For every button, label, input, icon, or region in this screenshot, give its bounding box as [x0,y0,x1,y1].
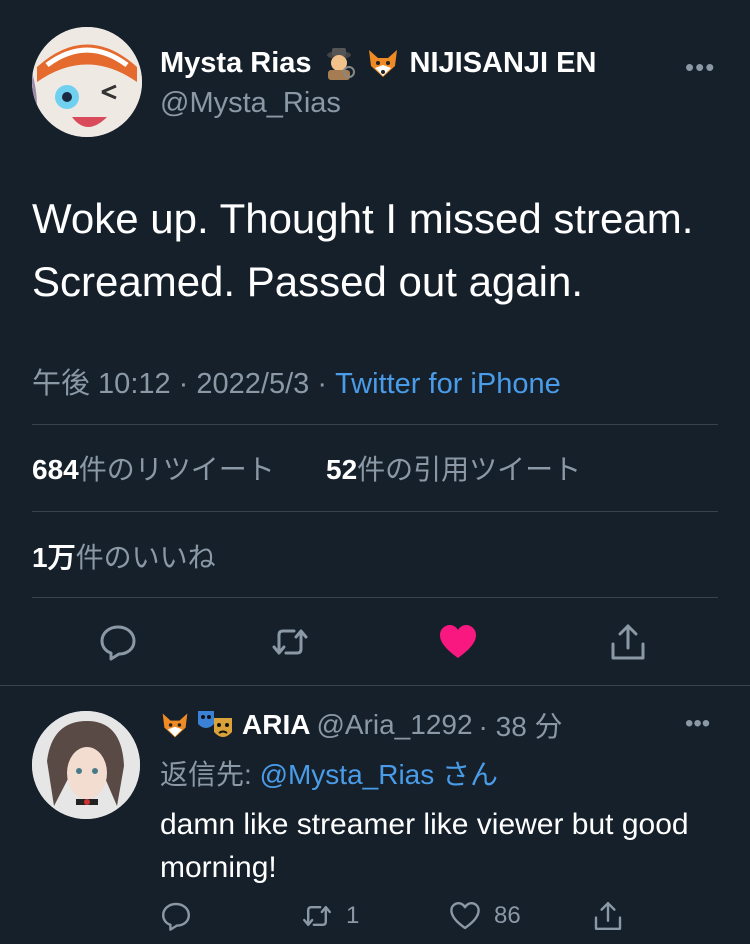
quote-stats[interactable]: 52件の引用ツイート [326,448,581,488]
reply-header[interactable]: ARIA @Aria_1292 · 38 分 [160,705,563,745]
replying-to-suffix: さん [434,759,499,790]
replying-to: 返信先: @Mysta_Rias さん [160,753,498,793]
reply-author-avatar[interactable] [32,711,140,819]
likes-count: 1万 [32,542,76,573]
reply-share-button[interactable] [592,900,624,932]
reply-reply-button[interactable] [160,900,192,932]
tweet-text: Woke up. Thought I missed stream. Scream… [32,187,732,313]
retweet-stats[interactable]: 684件のリツイート [32,448,275,488]
author-handle[interactable]: @Mysta_Rias [160,87,341,120]
author-affiliation: NIJISANJI EN [409,46,597,79]
heart-icon [450,902,480,930]
reply-icon[interactable] [98,622,138,662]
retweet-icon [303,906,331,926]
reply-author-handle[interactable]: @Aria_1292 [316,709,472,741]
share-icon[interactable] [608,622,648,662]
theater-masks-emoji-icon [196,708,236,742]
divider [32,424,718,425]
more-options-icon[interactable]: ••• [685,52,715,83]
tweet-source-link[interactable]: Twitter for iPhone [335,368,561,400]
reply-more-options-icon[interactable]: ••• [685,710,710,738]
fox-emoji-icon [366,46,400,80]
share-icon [594,902,622,930]
tweet-timestamp[interactable]: 午後 10:12 · 2022/5/3 · [32,368,335,400]
divider [32,597,718,598]
like-stats[interactable]: 1万件のいいね [32,536,216,576]
reply-timestamp[interactable]: · 38 分 [479,705,563,745]
author-name-row[interactable]: Mysta Rias NIJISANJI EN [160,46,596,80]
quotes-count: 52 [326,454,358,485]
detective-emoji-icon [322,46,356,80]
tweet-text-line: Screamed. Passed out again. [32,258,584,305]
reply-icon [162,902,190,931]
replying-to-handle[interactable]: @Mysta_Rias [260,759,435,790]
likes-label: 件のいいね [75,542,216,573]
reply-retweet-count: 1 [346,902,360,929]
divider [32,511,718,512]
retweets-count: 684 [32,454,79,485]
fox-emoji-icon [160,710,190,740]
replying-to-label: 返信先: [160,759,260,790]
tweet-text-line: Woke up. Thought I missed stream. [32,195,694,242]
tweet-meta: 午後 10:12 · 2022/5/3 · Twitter for iPhone [32,360,561,402]
reply-like-count: 86 [494,902,521,929]
reply-retweet-button[interactable]: 1 [300,900,359,932]
like-icon-active[interactable] [438,622,478,662]
reply-like-button[interactable]: 86 [448,900,521,932]
divider [0,685,750,686]
reply-text: damn like streamer like viewer but good … [160,808,689,884]
author-display-name[interactable]: Mysta Rias [160,47,312,80]
retweets-label: 件のリツイート [78,454,275,485]
quotes-label: 件の引用ツイート [357,454,582,485]
author-avatar[interactable] [32,27,142,137]
reply-author-name[interactable]: ARIA [242,709,310,741]
retweet-icon[interactable] [270,622,310,662]
